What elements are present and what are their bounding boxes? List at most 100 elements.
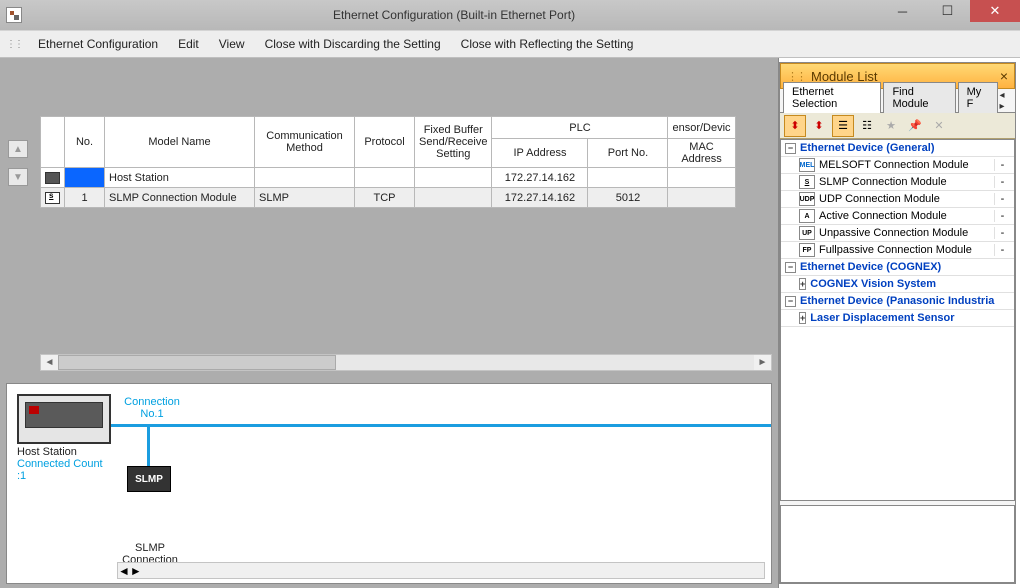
conn-line-v: [147, 424, 150, 470]
tree-item-fullpassive[interactable]: FPFullpassive Connection Module-: [781, 242, 1014, 259]
module-tabs: Ethernet Selection Find Module My F ◂ ▸: [780, 89, 1015, 113]
cell-model[interactable]: SLMP Connection Module: [105, 188, 255, 208]
app-icon: [6, 7, 22, 23]
scroll-left-icon[interactable]: ◄: [41, 355, 58, 370]
diagram-hscroll[interactable]: ◄ ►: [117, 562, 765, 579]
tree-group-cognex[interactable]: −Ethernet Device (COGNEX): [781, 259, 1014, 276]
cell-ip[interactable]: 172.27.14.162: [492, 188, 588, 208]
scroll-right-icon[interactable]: ►: [130, 564, 142, 578]
collapse-icon[interactable]: −: [785, 143, 796, 154]
col-port[interactable]: Port No.: [588, 139, 668, 168]
cell-no[interactable]: [65, 168, 105, 188]
col-sensor[interactable]: ensor/Devic: [668, 117, 735, 139]
tree-item-udp[interactable]: UDPUDP Connection Module-: [781, 191, 1014, 208]
col-model[interactable]: Model Name: [105, 117, 255, 168]
sort2-button[interactable]: ⬍: [808, 115, 830, 137]
cell-fixed[interactable]: [415, 188, 492, 208]
cell-comm[interactable]: [255, 168, 355, 188]
col-mac[interactable]: MAC Address: [668, 139, 735, 168]
tab-ethernet-selection[interactable]: Ethernet Selection: [783, 82, 881, 113]
host-station-box[interactable]: [17, 394, 111, 444]
col-ip[interactable]: IP Address: [492, 139, 588, 168]
module-tree[interactable]: −Ethernet Device (General) MELMELSOFT Co…: [780, 139, 1015, 501]
tree-sub-cognex-vision[interactable]: +COGNEX Vision System: [781, 276, 1014, 293]
menu-view[interactable]: View: [209, 34, 255, 54]
cell-fixed[interactable]: [415, 168, 492, 188]
tree-item-slmp[interactable]: SSLMP Connection Module-: [781, 174, 1014, 191]
cell-port[interactable]: [588, 168, 668, 188]
tab-my-favorites[interactable]: My F: [958, 82, 998, 113]
menubar: ⋮⋮ Ethernet Configuration Edit View Clos…: [0, 30, 1020, 58]
scroll-right-icon[interactable]: ►: [754, 355, 771, 370]
sort-button[interactable]: ⬍: [784, 115, 806, 137]
host-icon: [45, 172, 60, 184]
col-plc[interactable]: PLC: [492, 117, 668, 139]
tree-view-button[interactable]: ☰: [832, 115, 854, 137]
menu-close-reflect[interactable]: Close with Reflecting the Setting: [451, 34, 644, 54]
slmp-icon: [45, 192, 60, 204]
col-no[interactable]: No.: [65, 117, 105, 168]
col-comm[interactable]: Communication Method: [255, 117, 355, 168]
module-icon: A: [799, 209, 815, 223]
menu-edit[interactable]: Edit: [168, 34, 209, 54]
connection-label: Connection No.1: [117, 396, 187, 420]
module-toolbar: ⬍ ⬍ ☰ ☷ ★ 📌 ✕: [780, 113, 1015, 139]
collapse-icon[interactable]: −: [785, 262, 796, 273]
tree-item-unpassive[interactable]: UPUnpassive Connection Module-: [781, 225, 1014, 242]
tab-find-module[interactable]: Find Module: [883, 82, 955, 113]
conn-line-h: [111, 424, 771, 427]
connected-count: Connected Count :1: [17, 458, 103, 482]
config-table: No. Model Name Communication Method Prot…: [40, 116, 736, 208]
menu-close-discard[interactable]: Close with Discarding the Setting: [255, 34, 451, 54]
module-detail-pane: [780, 505, 1015, 583]
menu-ethernet-config[interactable]: Ethernet Configuration: [28, 34, 168, 54]
table-row[interactable]: Host Station 172.27.14.162: [41, 168, 736, 188]
nav-down-button[interactable]: ▼: [8, 168, 28, 186]
cell-protocol[interactable]: [355, 168, 415, 188]
col-fixedbuf[interactable]: Fixed Buffer Send/Receive Setting: [415, 117, 492, 168]
fav-button[interactable]: ★: [880, 115, 902, 137]
host-station-label: Host Station: [17, 446, 77, 458]
pin-button[interactable]: 📌: [904, 115, 926, 137]
col-protocol[interactable]: Protocol: [355, 117, 415, 168]
delete-button[interactable]: ✕: [928, 115, 950, 137]
topology-diagram: Host Station Connected Count :1 Connecti…: [6, 383, 772, 584]
expand-icon[interactable]: +: [799, 278, 806, 290]
col-icon: [41, 117, 65, 168]
module-icon: FP: [799, 243, 815, 257]
grip-icon: ⋮⋮: [787, 70, 805, 83]
tree-sub-panasonic-laser[interactable]: +Laser Displacement Sensor: [781, 310, 1014, 327]
slmp-node[interactable]: SLMP: [127, 466, 171, 492]
collapse-icon[interactable]: −: [785, 296, 796, 307]
table-hscroll[interactable]: ◄ ►: [40, 354, 772, 371]
cell-model[interactable]: Host Station: [105, 168, 255, 188]
module-icon: S: [799, 175, 815, 189]
module-list-pane: ⋮⋮ Module List × Ethernet Selection Find…: [779, 62, 1016, 584]
close-panel-button[interactable]: ×: [1000, 68, 1008, 84]
minimize-button[interactable]: ─: [880, 0, 925, 22]
maximize-button[interactable]: ☐: [925, 0, 970, 22]
cell-protocol[interactable]: TCP: [355, 188, 415, 208]
scroll-left-icon[interactable]: ◄: [118, 564, 130, 578]
table-row[interactable]: 1 SLMP Connection Module SLMP TCP 172.27…: [41, 188, 736, 208]
cell-mac[interactable]: [668, 188, 735, 208]
close-button[interactable]: ✕: [970, 0, 1020, 22]
module-icon: MEL: [799, 158, 815, 172]
titlebar: Ethernet Configuration (Built-in Etherne…: [0, 0, 1020, 30]
nav-up-button[interactable]: ▲: [8, 140, 28, 158]
left-pane: ▲ ▼ No. Model Name Communication Method …: [0, 58, 779, 588]
cell-port[interactable]: 5012: [588, 188, 668, 208]
tree-item-active[interactable]: AActive Connection Module-: [781, 208, 1014, 225]
list-view-button[interactable]: ☷: [856, 115, 878, 137]
cell-ip[interactable]: 172.27.14.162: [492, 168, 588, 188]
tree-group-panasonic[interactable]: −Ethernet Device (Panasonic Industria: [781, 293, 1014, 310]
cell-mac[interactable]: [668, 168, 735, 188]
expand-icon[interactable]: +: [799, 312, 806, 324]
tab-scroll-arrows[interactable]: ◂ ▸: [1000, 90, 1011, 112]
tree-group-general[interactable]: −Ethernet Device (General): [781, 140, 1014, 157]
cell-comm[interactable]: SLMP: [255, 188, 355, 208]
cell-no[interactable]: 1: [65, 188, 105, 208]
module-icon: UDP: [799, 192, 815, 206]
grip-icon: ⋮⋮: [6, 39, 22, 50]
tree-item-melsoft[interactable]: MELMELSOFT Connection Module-: [781, 157, 1014, 174]
